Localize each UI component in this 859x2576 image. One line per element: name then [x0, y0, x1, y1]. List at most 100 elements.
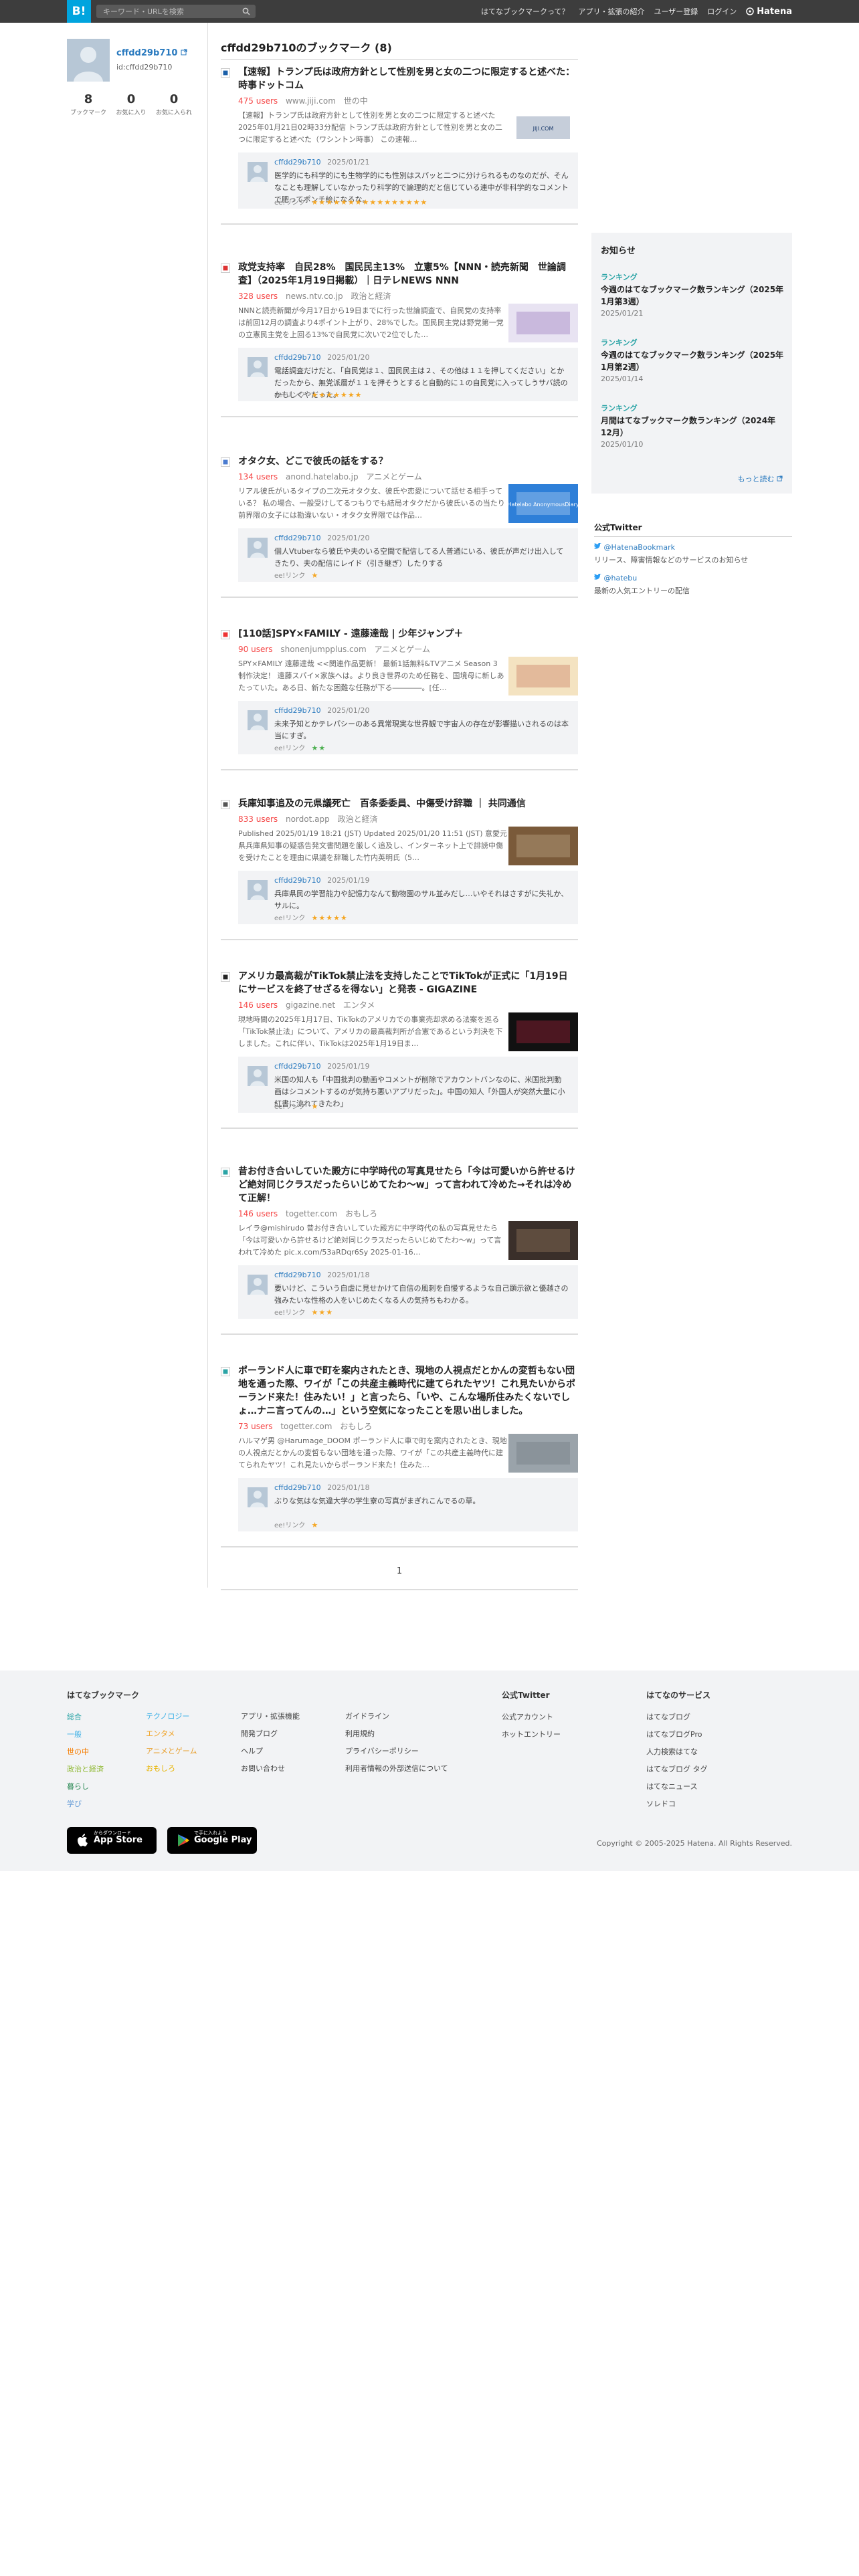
entry-title-link[interactable]: アメリカ最高裁がTikTok禁止法を支持したことでTikTokが正式に「1月19… [238, 970, 575, 996]
entry-site-domain[interactable]: news.ntv.co.jp [286, 292, 343, 301]
comment-user-link[interactable]: cffdd29b710 [274, 158, 321, 167]
footer-link[interactable]: ホットエントリー [502, 1726, 561, 1743]
entry-site-domain[interactable]: www.jiji.com [286, 96, 336, 106]
entry-title-link[interactable]: オタク女、どこで彼氏の話をする？ [238, 455, 575, 468]
comment-avatar[interactable] [248, 1487, 268, 1507]
entry-users-count[interactable]: 90 users [238, 645, 273, 654]
comment-tag[interactable]: ee!リンク [274, 915, 305, 922]
footer-link[interactable]: テクノロジー [146, 1708, 197, 1725]
entry-users-count[interactable]: 475 users [238, 96, 278, 106]
comment-tag[interactable]: ee!リンク [274, 1522, 305, 1529]
comment-user-link[interactable]: cffdd29b710 [274, 534, 321, 542]
entry-category[interactable]: エンタメ [343, 1000, 375, 1010]
stat-favorited-by[interactable]: 0 お気に入られ [153, 92, 195, 116]
entry-site-domain[interactable]: gigazine.net [286, 1000, 335, 1010]
footer-link[interactable]: 利用規約 [345, 1725, 448, 1743]
entry-users-count[interactable]: 134 users [238, 472, 278, 481]
nav-login[interactable]: ログイン [707, 6, 737, 17]
footer-link[interactable]: 公式アカウント [502, 1709, 561, 1726]
footer-link[interactable]: はてなブログ タグ [646, 1761, 710, 1778]
entry-thumbnail[interactable] [508, 304, 578, 342]
comment-user-link[interactable]: cffdd29b710 [274, 1483, 321, 1492]
entry-title-link[interactable]: 兵庫知事追及の元県議死亡 百条委委員、中傷受け辞職 ｜ 共同通信 [238, 797, 575, 811]
entry-thumbnail[interactable] [508, 1012, 578, 1051]
footer-link[interactable]: 世の中 [67, 1743, 139, 1761]
search-icon[interactable] [242, 7, 250, 15]
comment-date[interactable]: 2025/01/20 [327, 353, 369, 362]
entry-site-domain[interactable]: anond.hatelabo.jp [286, 472, 359, 481]
notice-item[interactable]: ランキング 今週のはてなブックマーク数ランキング（2025年1月第3週） 202… [601, 272, 785, 318]
comment-avatar[interactable] [248, 1066, 268, 1086]
twitter-link-hatenabookmark[interactable]: @HatenaBookmark [594, 542, 675, 552]
comment-avatar[interactable] [248, 880, 268, 900]
entry-category[interactable]: 政治と経済 [351, 292, 391, 301]
star-rating[interactable]: ★★★★★ [312, 914, 348, 922]
comment-date[interactable]: 2025/01/18 [327, 1271, 369, 1279]
comment-user-link[interactable]: cffdd29b710 [274, 1062, 321, 1071]
nav-about[interactable]: はてなブックマークって？ [481, 6, 569, 17]
comment-avatar[interactable] [248, 1275, 268, 1295]
entry-users-count[interactable]: 146 users [238, 1209, 278, 1218]
comment-tag[interactable]: ee!リンク [274, 745, 305, 752]
entry-category[interactable]: 世の中 [344, 96, 368, 106]
star-rating[interactable]: ★ [312, 571, 319, 580]
footer-link[interactable]: 一般 [67, 1726, 139, 1743]
entry-thumbnail[interactable] [508, 657, 578, 695]
nav-apps[interactable]: アプリ・拡張の紹介 [579, 6, 645, 17]
footer-link[interactable]: 学び [67, 1796, 139, 1813]
google-play-badge[interactable]: で手に入れよう Google Play [167, 1827, 257, 1854]
comment-avatar[interactable] [248, 710, 268, 730]
footer-link[interactable]: おもしろ [146, 1760, 197, 1778]
comment-avatar[interactable] [248, 357, 268, 377]
stat-favorites[interactable]: 0 お気に入り [110, 92, 153, 116]
entry-thumbnail[interactable]: Hatelabo AnonymousDiary [507, 484, 579, 523]
footer-link[interactable]: 総合 [67, 1709, 139, 1726]
comment-tag[interactable]: ee!リンク [274, 392, 305, 399]
star-rating[interactable]: ★★ [312, 744, 326, 752]
footer-link[interactable]: ガイドライン [345, 1708, 448, 1725]
footer-link[interactable]: 暮らし [67, 1778, 139, 1796]
notice-more-link[interactable]: もっと読む [738, 473, 783, 484]
entry-category[interactable]: おもしろ [345, 1209, 377, 1218]
footer-link[interactable]: アプリ・拡張機能 [241, 1708, 300, 1725]
entry-site-domain[interactable]: shonenjumpplus.com [280, 645, 366, 654]
entry-category[interactable]: アニメとゲーム [366, 472, 421, 481]
comment-date[interactable]: 2025/01/20 [327, 706, 369, 715]
entry-site-domain[interactable]: togetter.com [280, 1422, 332, 1431]
user-name-link[interactable]: cffdd29b710 [116, 48, 187, 58]
footer-link[interactable]: 人力検索はてな [646, 1743, 710, 1761]
comment-user-link[interactable]: cffdd29b710 [274, 706, 321, 715]
comment-tag[interactable]: ee!リンク [274, 572, 305, 580]
entry-title-link[interactable]: 昔お付き合いしていた殿方に中学時代の写真見せたら「今は可愛いから許せるけど絶対同… [238, 1165, 575, 1205]
entry-site-domain[interactable]: togetter.com [286, 1209, 337, 1218]
entry-title-link[interactable]: [110話]SPY×FAMILY - 遠藤達哉 | 少年ジャンプ＋ [238, 627, 575, 641]
comment-user-link[interactable]: cffdd29b710 [274, 1271, 321, 1279]
nav-signup[interactable]: ユーザー登録 [654, 6, 698, 17]
star-rating[interactable]: ★ [312, 1521, 319, 1529]
entry-thumbnail[interactable]: JIJI.COM [508, 108, 578, 147]
footer-link[interactable]: プライバシーポリシー [345, 1743, 448, 1760]
star-rating[interactable]: ★★★ [312, 1308, 334, 1317]
comment-tag[interactable]: ee!リンク [274, 1309, 305, 1317]
entry-title-link[interactable]: ポーランド人に車で町を案内されたとき、現地の人視点だとかんの変哲もない団地を通っ… [238, 1364, 575, 1418]
entry-category[interactable]: 政治と経済 [338, 815, 378, 824]
comment-date[interactable]: 2025/01/20 [327, 534, 369, 542]
comment-date[interactable]: 2025/01/18 [327, 1483, 369, 1492]
entry-site-domain[interactable]: nordot.app [286, 815, 330, 824]
comment-tag[interactable]: ee!リンク [274, 1103, 305, 1111]
footer-link[interactable]: はてなブログPro [646, 1726, 710, 1743]
entry-category[interactable]: おもしろ [340, 1422, 372, 1431]
entry-thumbnail[interactable] [508, 827, 578, 865]
stat-bookmarks[interactable]: 8 ブックマーク [67, 92, 110, 116]
footer-link[interactable]: エンタメ [146, 1725, 197, 1743]
entry-thumbnail[interactable] [508, 1434, 578, 1473]
search-input[interactable] [103, 5, 237, 18]
footer-link[interactable]: ソレドコ [646, 1796, 710, 1813]
comment-date[interactable]: 2025/01/21 [327, 158, 369, 167]
page-number-current[interactable]: 1 [397, 1566, 402, 1576]
entry-category[interactable]: アニメとゲーム [374, 645, 430, 654]
entry-title-link[interactable]: 【速報】トランプ氏は政府方針として性別を男と女の二つに限定すると述べた：時事ドッ… [238, 66, 575, 92]
footer-link[interactable]: 利用者情報の外部送信について [345, 1760, 448, 1778]
entry-users-count[interactable]: 146 users [238, 1000, 278, 1010]
comment-user-link[interactable]: cffdd29b710 [274, 353, 321, 362]
